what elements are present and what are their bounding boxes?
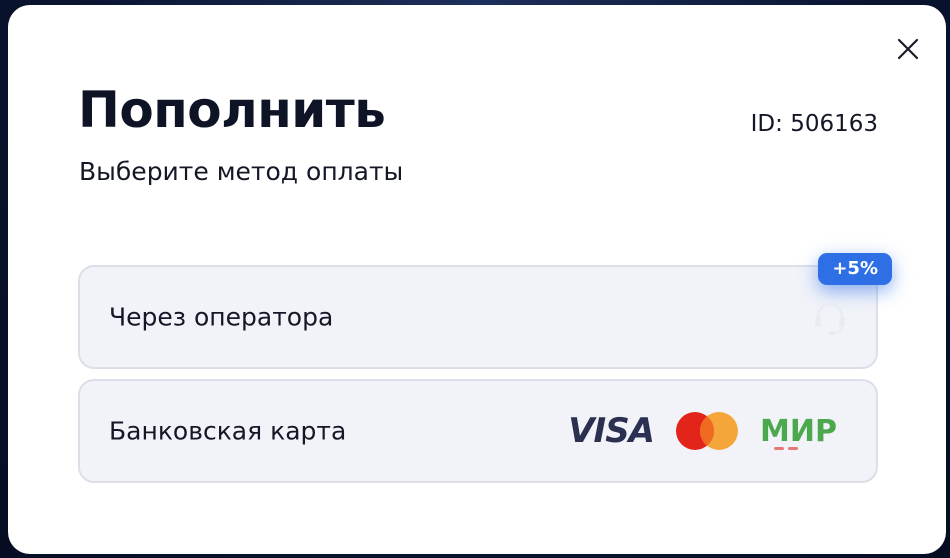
close-icon	[897, 38, 919, 60]
payment-method-label: Банковская карта	[109, 416, 347, 446]
payment-modal: Пополнить Выберите метод оплаты ID: 5061…	[8, 5, 946, 554]
visa-logo: VISA	[568, 411, 655, 451]
mastercard-logo	[674, 411, 740, 451]
modal-title: Пополнить	[78, 81, 386, 139]
close-button[interactable]	[896, 37, 920, 61]
headset-icon	[815, 302, 845, 335]
mir-logo: МИР	[760, 411, 848, 451]
payment-method-bank-card[interactable]: Банковская карта VISA МИР	[78, 379, 878, 483]
bonus-badge: +5%	[818, 253, 892, 285]
payment-method-operator[interactable]: Через оператора +5%	[78, 253, 892, 369]
modal-subtitle: Выберите метод оплаты	[79, 157, 404, 186]
user-id: ID: 506163	[750, 111, 878, 137]
card-logos: VISA МИР	[568, 411, 848, 451]
svg-text:МИР: МИР	[760, 414, 837, 449]
payment-method-label: Через оператора	[109, 302, 334, 332]
